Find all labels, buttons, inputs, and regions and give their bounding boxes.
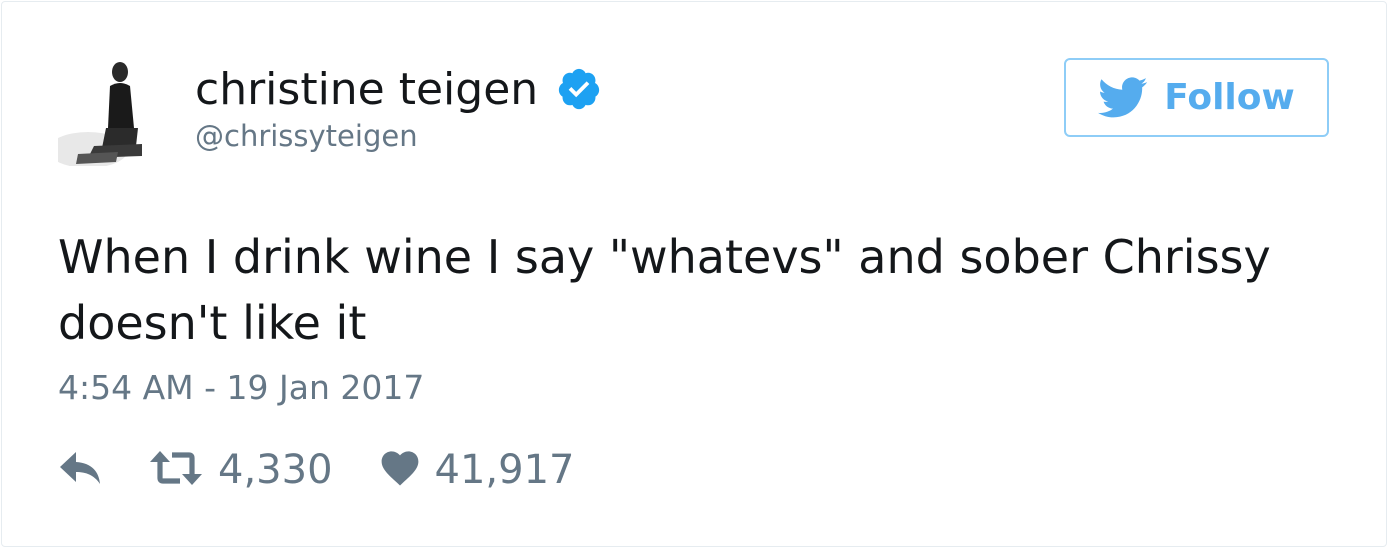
follow-button-label: Follow: [1164, 77, 1295, 118]
like-count: 41,917: [434, 447, 575, 493]
retweet-count: 4,330: [218, 447, 333, 493]
like-button[interactable]: 41,917: [379, 447, 575, 493]
retweet-icon: [148, 448, 204, 492]
display-name[interactable]: christine teigen: [195, 64, 538, 115]
reply-button[interactable]: [58, 448, 106, 492]
avatar[interactable]: [58, 58, 166, 166]
user-handle[interactable]: @chrissyteigen: [195, 119, 418, 153]
tweet-actions: 4,330 41,917: [58, 445, 574, 495]
reply-icon: [58, 448, 106, 492]
tweet-timestamp[interactable]: 4:54 AM - 19 Jan 2017: [58, 368, 424, 407]
twitter-bird-icon: [1098, 76, 1148, 119]
heart-icon: [379, 448, 421, 492]
name-row: christine teigen: [195, 60, 602, 118]
verified-badge-icon: [556, 66, 602, 112]
follow-button[interactable]: Follow: [1064, 58, 1329, 137]
retweet-button[interactable]: 4,330: [148, 447, 333, 493]
tweet-card: christine teigen @chrissyteigen Follow W…: [1, 1, 1387, 547]
tweet-text: When I drink wine I say "whatevs" and so…: [58, 230, 1271, 350]
